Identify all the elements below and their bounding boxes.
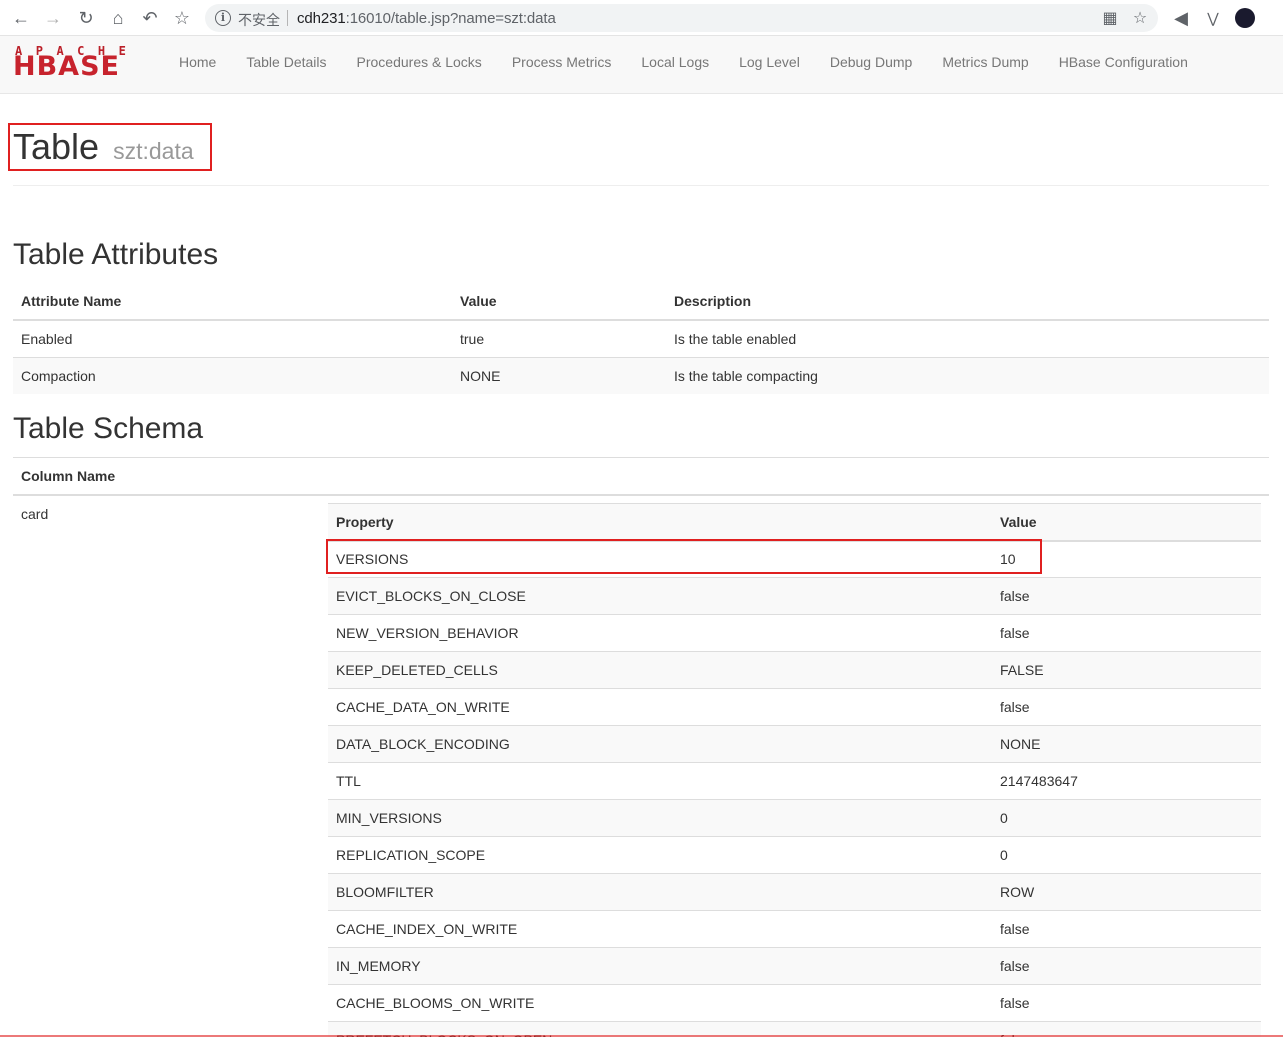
property-name: CACHE_INDEX_ON_WRITE <box>328 910 992 948</box>
property-row: IN_MEMORY false <box>328 947 1261 985</box>
attributes-heading: Table Attributes <box>13 238 219 271</box>
attr-value: NONE <box>452 356 666 394</box>
omnibox-divider <box>287 10 288 26</box>
schema-table: Column Name <box>13 457 1269 496</box>
prop-col-value: Value <box>992 503 1261 542</box>
property-name: CACHE_DATA_ON_WRITE <box>328 688 992 726</box>
attr-name: Compaction <box>13 356 452 394</box>
property-value: FALSE <box>992 651 1261 689</box>
hbase-logo[interactable]: APACHE HBASE <box>13 44 151 82</box>
attr-description: Is the table enabled <box>666 319 1269 357</box>
nav-procedures-locks[interactable]: Procedures & Locks <box>342 36 497 94</box>
nav-process-metrics[interactable]: Process Metrics <box>497 36 627 94</box>
property-name: MIN_VERSIONS <box>328 799 992 837</box>
mute-icon[interactable]: ◀ <box>1170 7 1192 29</box>
attr-name: Enabled <box>13 319 452 357</box>
property-value: false <box>992 984 1261 1022</box>
insecure-label: 不安全 <box>238 13 280 29</box>
property-row: MIN_VERSIONS 0 <box>328 799 1261 837</box>
property-value: 2147483647 <box>992 762 1261 800</box>
property-name: BLOOMFILTER <box>328 873 992 911</box>
properties-table: Property Value VERSIONS 10 EVICT_BLOCKS_ON… <box>328 503 1261 1037</box>
address-bar[interactable]: i 不安全 cdh231:16010/table.jsp?name=szt:da… <box>205 4 1158 32</box>
nav-log-level[interactable]: Log Level <box>724 36 815 94</box>
undo-icon[interactable]: ↶ <box>139 7 161 29</box>
nav-hbase-configuration[interactable]: HBase Configuration <box>1044 36 1203 94</box>
property-row: CACHE_INDEX_ON_WRITE false <box>328 910 1261 948</box>
property-name: NEW_VERSION_BEHAVIOR <box>328 614 992 652</box>
property-row: NEW_VERSION_BEHAVIOR false <box>328 614 1261 652</box>
chevron-down-icon[interactable]: ⋁ <box>1202 7 1224 29</box>
property-row: CACHE_DATA_ON_WRITE false <box>328 688 1261 726</box>
table-row: Compaction NONE Is the table compacting <box>13 356 1269 394</box>
attr-description: Is the table compacting <box>666 356 1269 394</box>
url-host: cdh231 <box>297 10 346 27</box>
property-name: CACHE_BLOOMS_ON_WRITE <box>328 984 992 1022</box>
property-name: REPLICATION_SCOPE <box>328 836 992 874</box>
property-name: IN_MEMORY <box>328 947 992 985</box>
schema-col-column-name: Column Name <box>13 457 1269 496</box>
property-value: ROW <box>992 873 1261 911</box>
attr-col-description: Description <box>666 283 1269 321</box>
forward-icon[interactable]: → <box>42 7 64 29</box>
property-row: BLOOMFILTER ROW <box>328 873 1261 911</box>
property-value: 0 <box>992 799 1261 837</box>
highlight-box-versions <box>326 539 1042 574</box>
profile-avatar-icon[interactable] <box>1235 8 1255 28</box>
attr-col-name: Attribute Name <box>13 283 452 321</box>
info-icon[interactable]: i <box>215 10 231 26</box>
property-value: false <box>992 910 1261 948</box>
property-value: false <box>992 577 1261 615</box>
qr-code-icon[interactable]: ▦ <box>1100 8 1120 28</box>
nav-metrics-dump[interactable]: Metrics Dump <box>927 36 1043 94</box>
property-row: REPLICATION_SCOPE 0 <box>328 836 1261 874</box>
nav-home[interactable]: Home <box>164 36 231 94</box>
property-value: false <box>992 947 1261 985</box>
back-icon[interactable]: ← <box>10 7 32 29</box>
star-icon[interactable]: ☆ <box>1130 8 1150 28</box>
property-value: false <box>992 614 1261 652</box>
property-value: 0 <box>992 836 1261 874</box>
property-row: EVICT_BLOCKS_ON_CLOSE false <box>328 577 1261 615</box>
attr-value: true <box>452 319 666 357</box>
highlight-box-title <box>8 123 212 171</box>
property-name: EVICT_BLOCKS_ON_CLOSE <box>328 577 992 615</box>
url-path: :16010/table.jsp?name=szt:data <box>345 10 556 27</box>
browser-toolbar: ← → ↻ ⌂ ↶ ☆ i 不安全 cdh231:16010/table.jsp… <box>0 0 1283 36</box>
url-text[interactable]: cdh231:16010/table.jsp?name=szt:data <box>297 10 556 27</box>
nav-local-logs[interactable]: Local Logs <box>626 36 724 94</box>
reload-icon[interactable]: ↻ <box>75 7 97 29</box>
column-family-name: card <box>21 506 49 522</box>
property-value: NONE <box>992 725 1261 763</box>
bookmark-star-icon[interactable]: ☆ <box>171 7 193 29</box>
table-row: Enabled true Is the table enabled <box>13 319 1269 357</box>
property-name: KEEP_DELETED_CELLS <box>328 651 992 689</box>
property-name: DATA_BLOCK_ENCODING <box>328 725 992 763</box>
property-row: KEEP_DELETED_CELLS FALSE <box>328 651 1261 689</box>
attr-col-value: Value <box>452 283 666 321</box>
nav-links: Home Table Details Procedures & Locks Pr… <box>164 36 1203 94</box>
property-value: false <box>992 688 1261 726</box>
property-row: TTL 2147483647 <box>328 762 1261 800</box>
nav-table-details[interactable]: Table Details <box>231 36 341 94</box>
schema-heading: Table Schema <box>13 412 204 445</box>
property-row: CACHE_BLOOMS_ON_WRITE false <box>328 984 1261 1022</box>
nav-debug-dump[interactable]: Debug Dump <box>815 36 928 94</box>
properties-body: VERSIONS 10 EVICT_BLOCKS_ON_CLOSE false NEW_… <box>328 540 1261 1037</box>
hbase-navbar: APACHE HBASE Home Table Details Procedur… <box>0 36 1283 94</box>
property-row: DATA_BLOCK_ENCODING NONE <box>328 725 1261 763</box>
prop-col-property: Property <box>328 503 992 542</box>
attributes-table: Attribute Name Value Description Enabled… <box>13 283 1269 394</box>
logo-hbase-text: HBASE <box>13 51 120 82</box>
property-name: TTL <box>328 762 992 800</box>
home-icon[interactable]: ⌂ <box>107 7 129 29</box>
